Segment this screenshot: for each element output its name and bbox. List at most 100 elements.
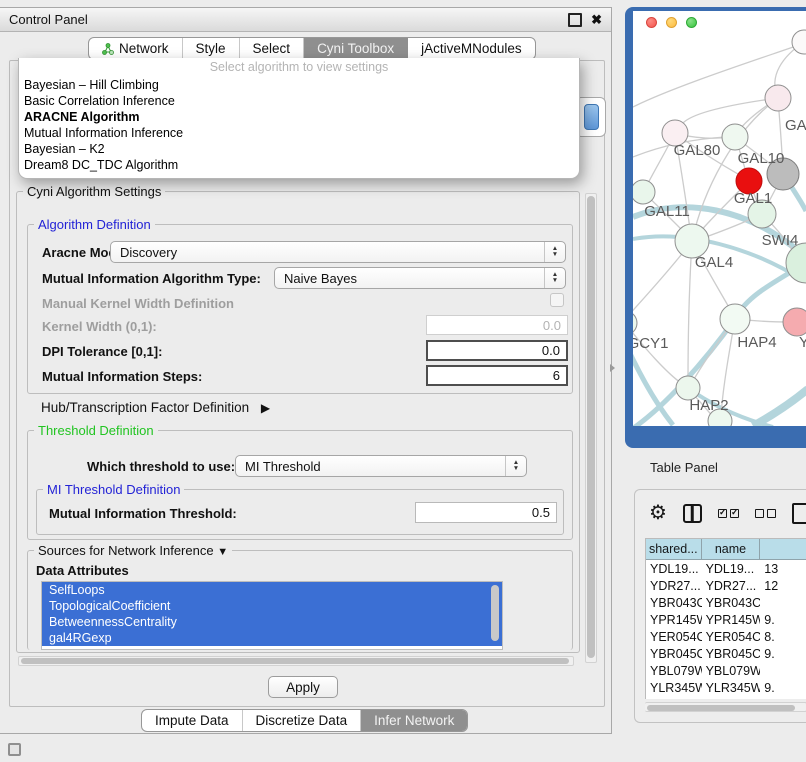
select-all-checkboxes-icon[interactable] — [718, 509, 739, 518]
dpi-tolerance-label: DPI Tolerance [0,1]: — [42, 344, 162, 359]
mi-threshold-label: Mutual Information Threshold: — [49, 506, 237, 521]
network-node-gal[interactable] — [765, 85, 791, 111]
settings-horizontal-scrollbar[interactable] — [18, 656, 574, 666]
data-attributes-list[interactable]: SelfLoopsTopologicalCoefficientBetweenne… — [41, 581, 503, 650]
aracne-mode-combo[interactable]: Discovery ▲▼ — [110, 241, 566, 263]
scrollbar-thumb[interactable] — [587, 196, 595, 658]
group-title: Cyni Algorithm Settings — [23, 184, 165, 199]
tab-network[interactable]: Network — [89, 38, 183, 59]
node-table[interactable]: shared...name YDL19...YDL19...13YDR27...… — [645, 538, 806, 699]
table-row[interactable]: YLR345WYLR345W9. — [646, 679, 806, 696]
tab-impute-data[interactable]: Impute Data — [142, 710, 243, 731]
table-row[interactable]: YBR045CYBR045C9. — [646, 645, 806, 662]
tab-discretize-data[interactable]: Discretize Data — [243, 710, 362, 731]
network-graph[interactable]: GALGAL80GAL10GAL1GAL11SWI4GAL4GCY1HAP4YH… — [633, 11, 806, 426]
table-row[interactable]: YER054CYER054C8. — [646, 628, 806, 645]
table-cell: YBR043C — [702, 596, 761, 610]
stepper-arrows-icon: ▲▼ — [505, 456, 526, 476]
mode-tab-bar: Impute DataDiscretize DataInfer Network — [141, 709, 468, 732]
field-value: 0.5 — [532, 505, 550, 520]
close-traffic-light-icon[interactable] — [646, 17, 657, 28]
dropdown-item[interactable]: Basic Correlation Inference — [19, 93, 579, 109]
dropdown-item[interactable]: ARACNE Algorithm — [19, 109, 579, 125]
manual-kernel-width-checkbox[interactable] — [550, 293, 564, 307]
settings-vertical-scrollbar[interactable] — [585, 193, 597, 663]
hub-tf-definition-toggle[interactable]: Hub/Transcription Factor Definition ▶ — [41, 400, 270, 415]
table-cell: 9. — [760, 681, 806, 695]
mi-steps-field[interactable]: 6 — [426, 365, 568, 386]
apply-button[interactable]: Apply — [268, 676, 338, 698]
close-icon[interactable]: ✖ — [591, 15, 602, 25]
table-row[interactable]: YBL079WYBL079W — [646, 662, 806, 679]
mi-threshold-field[interactable]: 0.5 — [415, 502, 557, 523]
table-row[interactable]: YBR043CYBR043C — [646, 594, 806, 611]
network-node-swi4[interactable] — [786, 243, 806, 283]
network-canvas[interactable]: GALGAL80GAL10GAL1GAL11SWI4GAL4GCY1HAP4YH… — [633, 11, 806, 426]
tab-cyni-toolbox[interactable]: Cyni Toolbox — [304, 38, 408, 59]
tab-style[interactable]: Style — [183, 38, 240, 59]
scrollbar-thumb[interactable] — [21, 658, 569, 664]
network-node-gcy1[interactable] — [633, 311, 637, 335]
list-item[interactable]: TopologicalCoefficient — [42, 598, 502, 614]
control-panel-titlebar[interactable]: Control Panel ✖ — [0, 8, 611, 32]
table-cell: YDR27... — [702, 579, 761, 593]
table-cell: YBR045C — [702, 647, 761, 661]
table-cell: YPR145W — [702, 613, 761, 627]
sources-group-toggle[interactable]: Sources for Network Inference ▼ — [34, 543, 232, 558]
document-icon[interactable] — [792, 503, 806, 524]
dropdown-item[interactable]: Mutual Information Inference — [19, 125, 579, 141]
network-node-hap4[interactable] — [720, 304, 750, 334]
table-cell: YER054C — [646, 630, 702, 644]
network-view-window[interactable]: GALGAL80GAL10GAL1GAL11SWI4GAL4GCY1HAP4YH… — [625, 7, 806, 448]
panel-splitter-arrow-icon[interactable] — [610, 364, 615, 372]
mi-algorithm-type-combo[interactable]: Naive Bayes ▲▼ — [274, 267, 566, 289]
desktop: Control Panel ✖ NetworkStyleSelectCyni T… — [0, 0, 806, 762]
network-node[interactable] — [792, 30, 806, 54]
apply-button-label: Apply — [286, 680, 320, 695]
node-label: GAL — [785, 117, 806, 134]
list-item[interactable]: gal4RGexp — [42, 630, 502, 646]
network-node-gal11[interactable] — [633, 180, 655, 204]
list-item[interactable]: BetweennessCentrality — [42, 614, 502, 630]
table-cell: 12 — [760, 579, 806, 593]
scrollbar-thumb[interactable] — [647, 705, 795, 711]
dropdown-item[interactable]: Bayesian – Hill Climbing — [19, 77, 579, 93]
network-node-gal4[interactable] — [675, 224, 709, 258]
minimize-traffic-light-icon[interactable] — [666, 17, 677, 28]
column-header[interactable] — [760, 539, 806, 560]
dropdown-item[interactable]: Bayesian – K2 — [19, 141, 579, 157]
zoom-traffic-light-icon[interactable] — [686, 17, 697, 28]
table-cell: 0. — [760, 698, 806, 700]
dropdown-item[interactable]: Dream8 DC_TDC Algorithm — [19, 157, 579, 173]
deselect-all-checkboxes-icon[interactable] — [755, 509, 776, 518]
minimized-window-icon[interactable] — [8, 743, 21, 756]
table-cell: YER054C — [702, 630, 761, 644]
dpi-tolerance-field[interactable]: 0.0 — [426, 340, 568, 361]
tab-jactivemnodules[interactable]: jActiveMNodules — [408, 38, 535, 59]
table-cell: YBR045C — [646, 647, 702, 661]
tab-infer-network[interactable]: Infer Network — [361, 710, 467, 731]
table-row[interactable]: YPR145WYPR145W9. — [646, 611, 806, 628]
kernel-width-field[interactable]: 0.0 — [426, 315, 568, 335]
list-item[interactable]: SelfLoops — [42, 582, 502, 598]
group-title: MI Threshold Definition — [43, 482, 184, 497]
tab-select[interactable]: Select — [240, 38, 305, 59]
which-threshold-combo[interactable]: MI Threshold ▲▼ — [235, 455, 527, 477]
network-node-gal10[interactable] — [722, 124, 748, 150]
table-row[interactable]: YDR27...YDR27...12 — [646, 577, 806, 594]
table-horizontal-scrollbar[interactable] — [645, 702, 806, 712]
column-header[interactable]: name — [702, 539, 761, 560]
split-columns-icon[interactable] — [683, 504, 702, 523]
list-scrollbar-thumb[interactable] — [491, 585, 499, 641]
field-value: 0.0 — [542, 343, 560, 358]
table-cell: YIL052C — [646, 698, 702, 700]
table-row[interactable]: YDL19...YDL19...13 — [646, 560, 806, 577]
chevron-down-icon: ▼ — [217, 546, 228, 558]
field-value: 0.0 — [543, 318, 561, 333]
table-row[interactable]: YIL052CYIL052C0. — [646, 696, 806, 699]
column-header[interactable]: shared... — [646, 539, 702, 560]
algorithm-dropdown-popup: Select algorithm to view settings Bayesi… — [18, 58, 580, 179]
network-node-y[interactable] — [783, 308, 806, 336]
gear-icon[interactable]: ⚙ — [649, 502, 667, 524]
float-window-icon[interactable] — [568, 13, 582, 27]
